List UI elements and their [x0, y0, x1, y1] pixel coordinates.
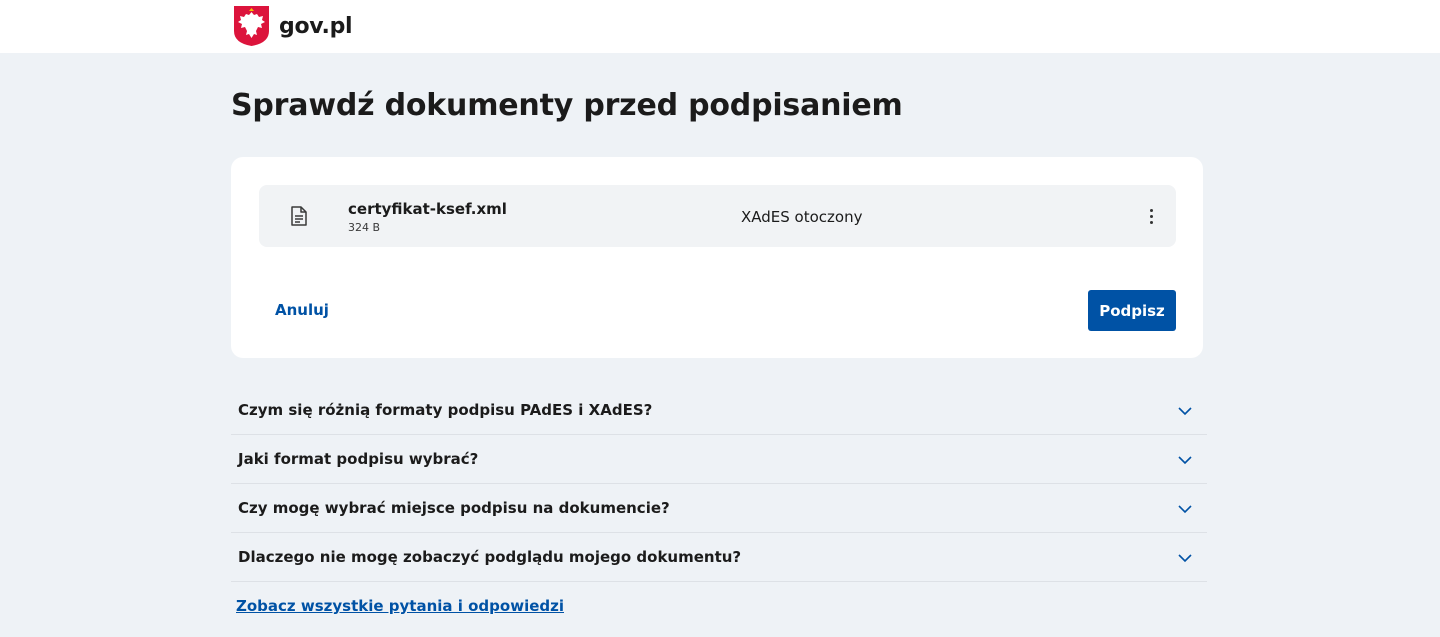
gov-logo-link[interactable]: gov.pl [233, 4, 353, 48]
polish-eagle-emblem-icon [234, 6, 269, 46]
file-row: certyfikat-ksef.xml 324 B XAdES otoczony [259, 185, 1176, 247]
faq-question: Czy mogę wybrać miejsce podpisu na dokum… [238, 499, 670, 517]
page-title: Sprawdź dokumenty przed podpisaniem [231, 88, 903, 123]
file-name: certyfikat-ksef.xml [348, 200, 507, 218]
document-card: certyfikat-ksef.xml 324 B XAdES otoczony… [231, 157, 1203, 358]
sign-button[interactable]: Podpisz [1088, 290, 1176, 331]
chevron-down-icon [1178, 554, 1192, 563]
chevron-down-icon [1178, 505, 1192, 514]
faq-question: Jaki format podpisu wybrać? [238, 450, 479, 468]
faq-item[interactable]: Jaki format podpisu wybrać? [231, 435, 1207, 484]
kebab-dot [1149, 220, 1153, 224]
more-vertical-icon[interactable] [1139, 203, 1163, 229]
cancel-button[interactable]: Anuluj [259, 290, 345, 330]
kebab-dot [1149, 208, 1153, 212]
faq-item[interactable]: Czy mogę wybrać miejsce podpisu na dokum… [231, 484, 1207, 533]
document-icon [291, 206, 307, 226]
signature-format: XAdES otoczony [741, 208, 863, 226]
faq-list: Czym się różnią formaty podpisu PAdES i … [231, 386, 1207, 582]
kebab-dot [1149, 214, 1153, 218]
top-bar: gov.pl [0, 0, 1440, 53]
all-questions-link[interactable]: Zobacz wszystkie pytania i odpowiedzi [236, 597, 564, 615]
faq-question: Dlaczego nie mogę zobaczyć podglądu moje… [238, 548, 742, 566]
faq-question: Czym się różnią formaty podpisu PAdES i … [238, 401, 653, 419]
chevron-down-icon [1178, 407, 1192, 416]
file-size: 324 B [348, 221, 381, 234]
faq-item[interactable]: Dlaczego nie mogę zobaczyć podglądu moje… [231, 533, 1207, 582]
logo-text: gov.pl [279, 13, 353, 39]
faq-item[interactable]: Czym się różnią formaty podpisu PAdES i … [231, 386, 1207, 435]
chevron-down-icon [1178, 456, 1192, 465]
